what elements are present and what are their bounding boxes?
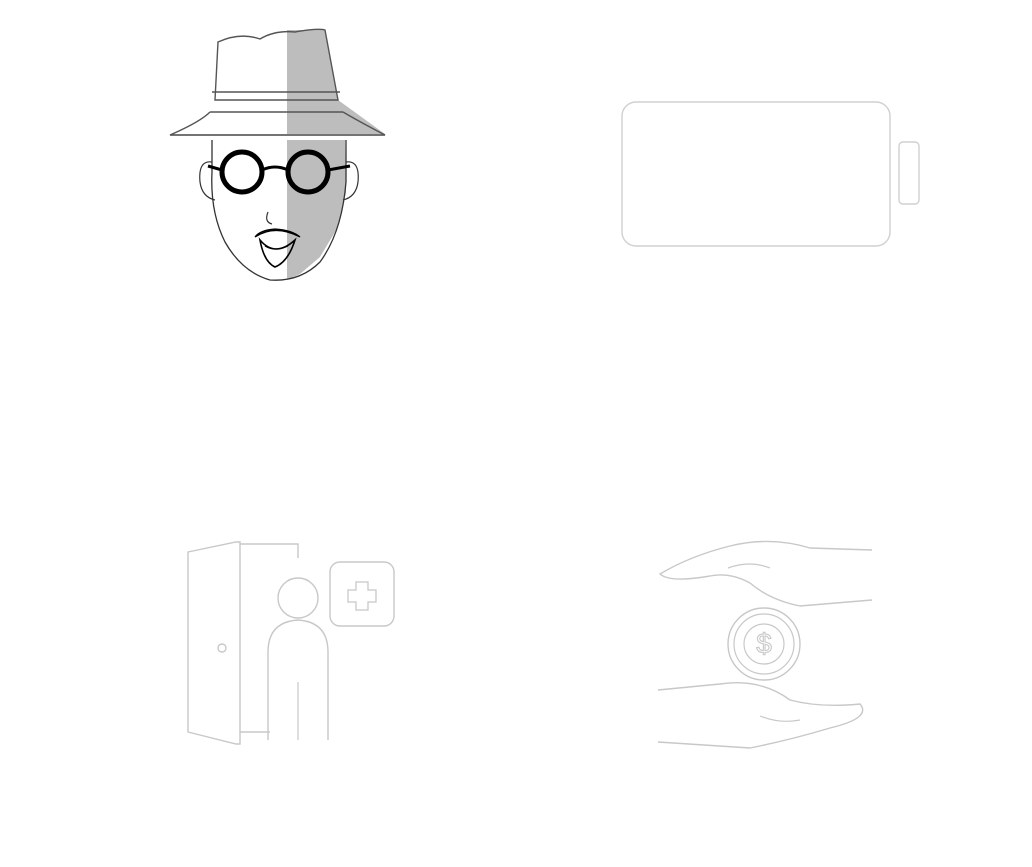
person-at-door-medical-svg (187, 541, 395, 745)
person-at-door-medical-icon (178, 532, 403, 754)
hands-protecting-dollar-coin-icon: $ (650, 528, 882, 758)
svg-text:$: $ (756, 628, 772, 659)
detective-face-icon (160, 22, 395, 292)
empty-battery-icon (610, 92, 930, 257)
detective-face-svg (169, 28, 386, 281)
hands-protecting-dollar-coin-svg: $ (657, 540, 873, 749)
empty-battery-svg (621, 101, 920, 247)
